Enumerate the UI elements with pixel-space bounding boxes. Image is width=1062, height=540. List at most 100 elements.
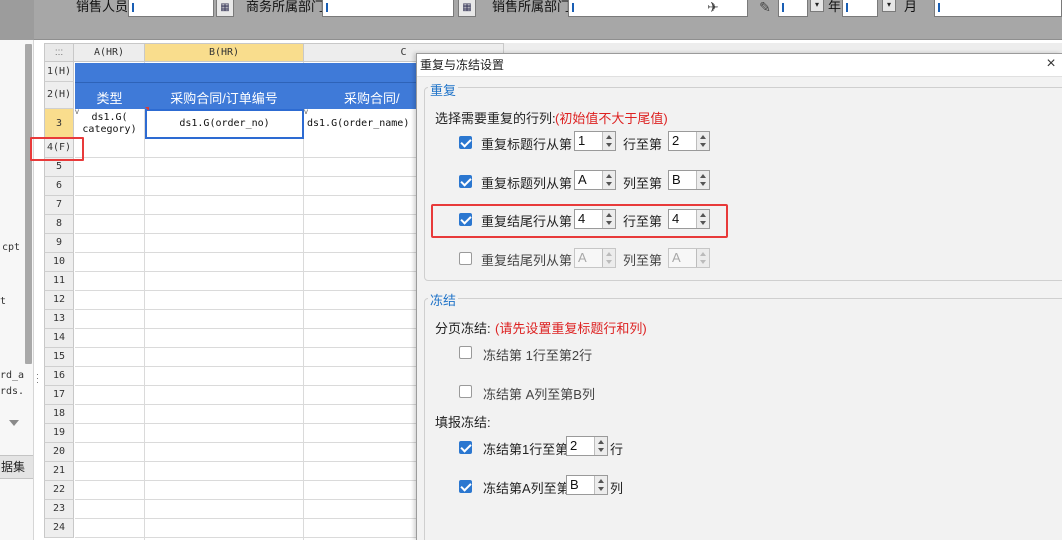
table-row[interactable]	[75, 481, 424, 500]
repeat-title-rows-label: 重复标题行从第	[481, 137, 573, 152]
table-row[interactable]	[75, 519, 424, 538]
pen-icon[interactable]: ✎	[754, 0, 776, 17]
repeat-footer-cols-checkbox[interactable]	[459, 252, 472, 265]
table-row[interactable]	[75, 139, 424, 158]
table-row[interactable]	[75, 234, 424, 253]
left-panel-scrollbar[interactable]	[25, 44, 32, 364]
cell-order-name[interactable]: ds1.G(order_name)	[304, 109, 424, 139]
row-header[interactable]: 9	[44, 234, 74, 253]
row-header[interactable]: 13	[44, 310, 74, 329]
column-header-b[interactable]: B(HR)	[145, 43, 304, 62]
close-icon[interactable]: ×	[1044, 54, 1058, 76]
fill-freeze-cols-spinner[interactable]: B	[566, 475, 608, 495]
row-header[interactable]: 3	[44, 109, 74, 139]
table-row[interactable]	[75, 158, 424, 177]
table-row[interactable]	[75, 367, 424, 386]
repeat-instruction: 选择需要重复的行列:	[435, 111, 556, 126]
table-row[interactable]	[75, 462, 424, 481]
fill-freeze-rows-checkbox[interactable]	[459, 441, 472, 454]
row-header[interactable]: 17	[44, 386, 74, 405]
table-row[interactable]	[75, 272, 424, 291]
column-header-a[interactable]: A(HR)	[74, 43, 145, 62]
row-header[interactable]: 6	[44, 177, 74, 196]
month-input[interactable]	[842, 0, 878, 17]
year-spinner-icon[interactable]: ▾	[810, 0, 824, 12]
repeat-title-cols-to-spinner[interactable]: B	[668, 170, 710, 190]
salesperson-picker-icon[interactable]: ▦	[216, 0, 234, 17]
year-prefix-input[interactable]	[778, 0, 808, 17]
designer-window: cpt t rd_a rds. 据集 · · · 销售人员 ▦ 商务所属部门 ▦ 销…	[0, 0, 1062, 540]
left-panel-text: cpt	[2, 242, 21, 253]
header-cell-type[interactable]: 类型	[75, 89, 144, 108]
row-header[interactable]: 7	[44, 196, 74, 215]
header-cell-order-no[interactable]: 采购合同/订单编号	[145, 89, 303, 108]
repeat-title-cols-label: 重复标题列从第	[481, 176, 573, 191]
left-panel-text: t	[0, 296, 7, 307]
fill-freeze-rows-spinner[interactable]: 2	[566, 436, 608, 456]
repeat-title-cols-checkbox[interactable]	[459, 175, 472, 188]
repeat-title-rows-checkbox[interactable]	[459, 136, 472, 149]
fill-freeze-rows-prefix: 冻结第1行至第	[483, 442, 569, 457]
salesperson-label: 销售人员	[76, 0, 129, 14]
row-header[interactable]: 15	[44, 348, 74, 367]
table-row[interactable]	[75, 329, 424, 348]
business-dept-input[interactable]	[322, 0, 454, 17]
page-freeze-cols-checkbox[interactable]	[459, 385, 472, 398]
fill-freeze-cols-checkbox[interactable]	[459, 480, 472, 493]
table-row[interactable]	[75, 405, 424, 424]
repeat-section-title: 重复	[428, 80, 459, 99]
row-header[interactable]: 1(H)	[44, 62, 74, 82]
row-header[interactable]: 11	[44, 272, 74, 291]
repeat-footer-cols-from-spinner[interactable]: A	[574, 248, 616, 268]
table-row[interactable]	[75, 386, 424, 405]
table-row[interactable]	[75, 177, 424, 196]
repeat-title-cols-mid-label: 列至第	[623, 176, 663, 191]
table-row[interactable]	[75, 348, 424, 367]
satellite-icon[interactable]: ✈	[702, 0, 724, 17]
row-header[interactable]: 16	[44, 367, 74, 386]
page-freeze-rows-checkbox[interactable]	[459, 346, 472, 359]
table-row[interactable]	[75, 500, 424, 519]
month-label: 月	[904, 0, 918, 14]
row-header[interactable]: 21	[44, 462, 74, 481]
month-spinner-icon[interactable]: ▾	[882, 0, 896, 12]
extra-param-input[interactable]	[934, 0, 1062, 17]
repeat-title-rows-mid-label: 行至第	[623, 137, 663, 152]
row-header[interactable]: 19	[44, 424, 74, 443]
row-header[interactable]: 12	[44, 291, 74, 310]
repeat-title-cols-from-spinner[interactable]: A	[574, 170, 616, 190]
row-header[interactable]: 22	[44, 481, 74, 500]
repeat-title-rows-to-spinner[interactable]: 2	[668, 131, 710, 151]
table-row[interactable]	[75, 443, 424, 462]
dataset-tab[interactable]: 据集	[0, 455, 33, 479]
collapse-down-icon[interactable]	[9, 420, 19, 426]
row-header[interactable]: 2(H)	[44, 82, 74, 109]
repeat-title-rows-from-spinner[interactable]: 1	[574, 131, 616, 151]
row-header[interactable]: 14	[44, 329, 74, 348]
table-row[interactable]	[75, 63, 424, 82]
table-row[interactable]	[75, 215, 424, 234]
highlight-row-4-box	[30, 137, 84, 161]
row-header[interactable]: 23	[44, 500, 74, 519]
business-dept-picker-icon[interactable]: ▦	[458, 0, 476, 17]
table-row[interactable]	[75, 291, 424, 310]
repeat-footer-cols-mid-label: 列至第	[623, 253, 663, 268]
fill-freeze-cols-prefix: 冻结第A列至第	[483, 481, 570, 496]
table-row[interactable]	[75, 310, 424, 329]
table-row[interactable]	[75, 424, 424, 443]
row-header[interactable]: 10	[44, 253, 74, 272]
row-header[interactable]: 18	[44, 405, 74, 424]
salesperson-input[interactable]	[128, 0, 214, 17]
row-header[interactable]: 8	[44, 215, 74, 234]
row-header[interactable]: 20	[44, 443, 74, 462]
cell-category[interactable]: ds1.G( category)	[75, 109, 144, 141]
table-row[interactable]	[75, 196, 424, 215]
repeat-footer-cols-to-spinner[interactable]: A	[668, 248, 710, 268]
page-freeze-note: (请先设置重复标题行和列)	[495, 321, 647, 336]
cell-order-no[interactable]: ds1.G(order_no)	[145, 109, 304, 139]
select-all-corner[interactable]: :::	[44, 43, 74, 62]
row-header[interactable]: 24	[44, 519, 74, 538]
panel-splitter-grip-icon[interactable]: · · ·	[36, 370, 39, 387]
sales-dept-label: 销售所属部门	[492, 0, 571, 14]
table-row[interactable]	[75, 253, 424, 272]
